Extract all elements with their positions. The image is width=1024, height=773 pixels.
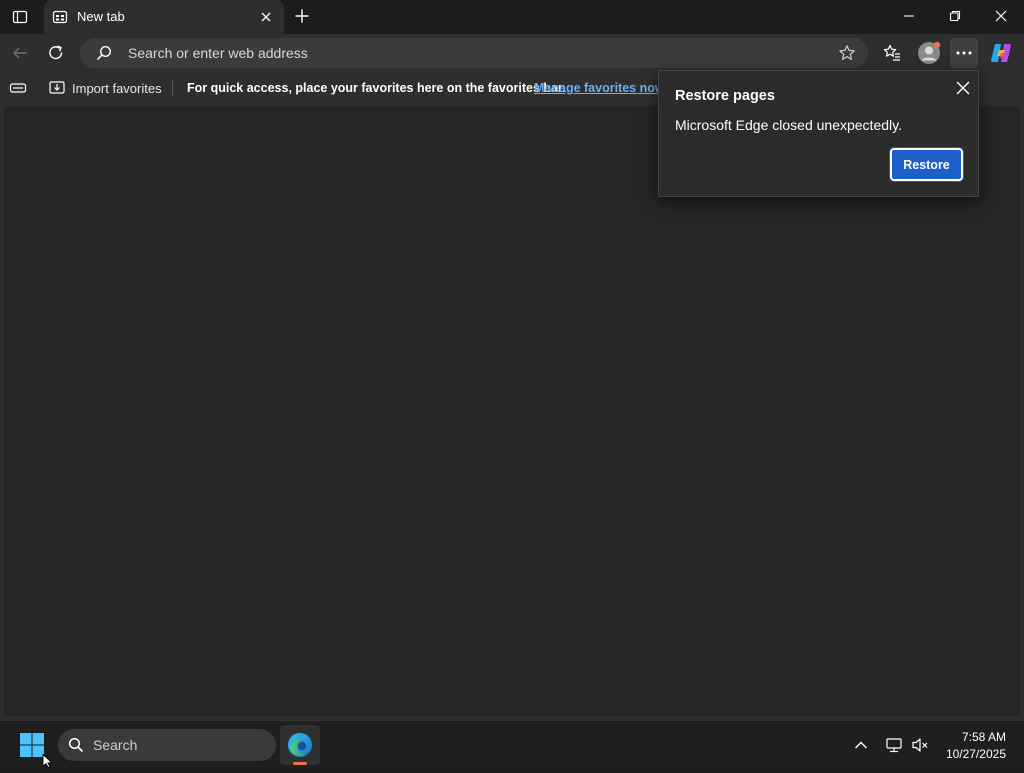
close-icon[interactable] xyxy=(953,78,973,98)
title-bar: New tab xyxy=(0,0,1024,34)
copilot-icon[interactable] xyxy=(988,40,1014,66)
add-favorite-star-icon[interactable] xyxy=(838,44,856,62)
tab-title: New tab xyxy=(77,9,125,24)
volume-muted-icon[interactable] xyxy=(910,735,930,755)
tab-new-tab[interactable]: New tab xyxy=(44,0,284,34)
edge-icon[interactable] xyxy=(280,725,320,765)
new-tab-page-icon xyxy=(52,9,68,25)
search-icon xyxy=(96,45,112,61)
address-placeholder[interactable]: Search or enter web address xyxy=(128,45,308,61)
more-options-icon[interactable] xyxy=(950,38,978,68)
tab-actions-menu-icon[interactable] xyxy=(6,4,34,30)
import-favorites-label: Import favorites xyxy=(72,80,162,96)
browser-toolbar: Search or enter web address xyxy=(0,34,1024,72)
restore-window-icon[interactable] xyxy=(932,0,978,32)
active-app-indicator xyxy=(293,762,307,765)
restore-popup-title: Restore pages xyxy=(675,88,775,104)
show-hidden-icons-chevron-icon[interactable] xyxy=(852,736,870,754)
favorites-bar-divider xyxy=(172,80,173,96)
taskbar-search-box[interactable]: Search xyxy=(58,729,276,761)
favorites-bar-toggle-icon[interactable] xyxy=(8,80,28,96)
address-bar[interactable]: Search or enter web address xyxy=(80,38,868,68)
restore-popup-message: Microsoft Edge closed unexpectedly. xyxy=(675,117,902,133)
page-content-area[interactable] xyxy=(4,106,1020,716)
clock-date[interactable]: 10/27/2025 xyxy=(940,747,1006,761)
close-window-icon[interactable] xyxy=(978,0,1024,32)
taskbar-search-label: Search xyxy=(93,737,138,753)
taskbar: Search 7:58 AM 10/27/2025 xyxy=(0,720,1024,768)
refresh-icon[interactable] xyxy=(42,39,70,67)
favorites-icon[interactable] xyxy=(880,41,904,65)
manage-favorites-link[interactable]: Manage favorites now xyxy=(534,81,665,95)
new-tab-plus-icon[interactable] xyxy=(290,4,314,28)
import-favorites-button[interactable]: Import favorites xyxy=(48,78,162,98)
restore-pages-popup: Restore pages Microsoft Edge closed unex… xyxy=(658,70,979,197)
clock-time[interactable]: 7:58 AM xyxy=(940,730,1006,744)
search-icon xyxy=(68,737,84,753)
restore-button[interactable]: Restore xyxy=(889,147,964,182)
minimize-window-icon[interactable] xyxy=(886,0,932,32)
close-tab-icon[interactable] xyxy=(258,9,274,25)
mouse-pointer-icon xyxy=(42,754,54,768)
profile-avatar-icon[interactable] xyxy=(916,40,942,66)
network-icon[interactable] xyxy=(884,735,904,755)
import-icon xyxy=(48,79,66,97)
favorites-bar-message: For quick access, place your favorites h… xyxy=(187,81,566,95)
back-arrow-icon[interactable] xyxy=(6,39,34,67)
